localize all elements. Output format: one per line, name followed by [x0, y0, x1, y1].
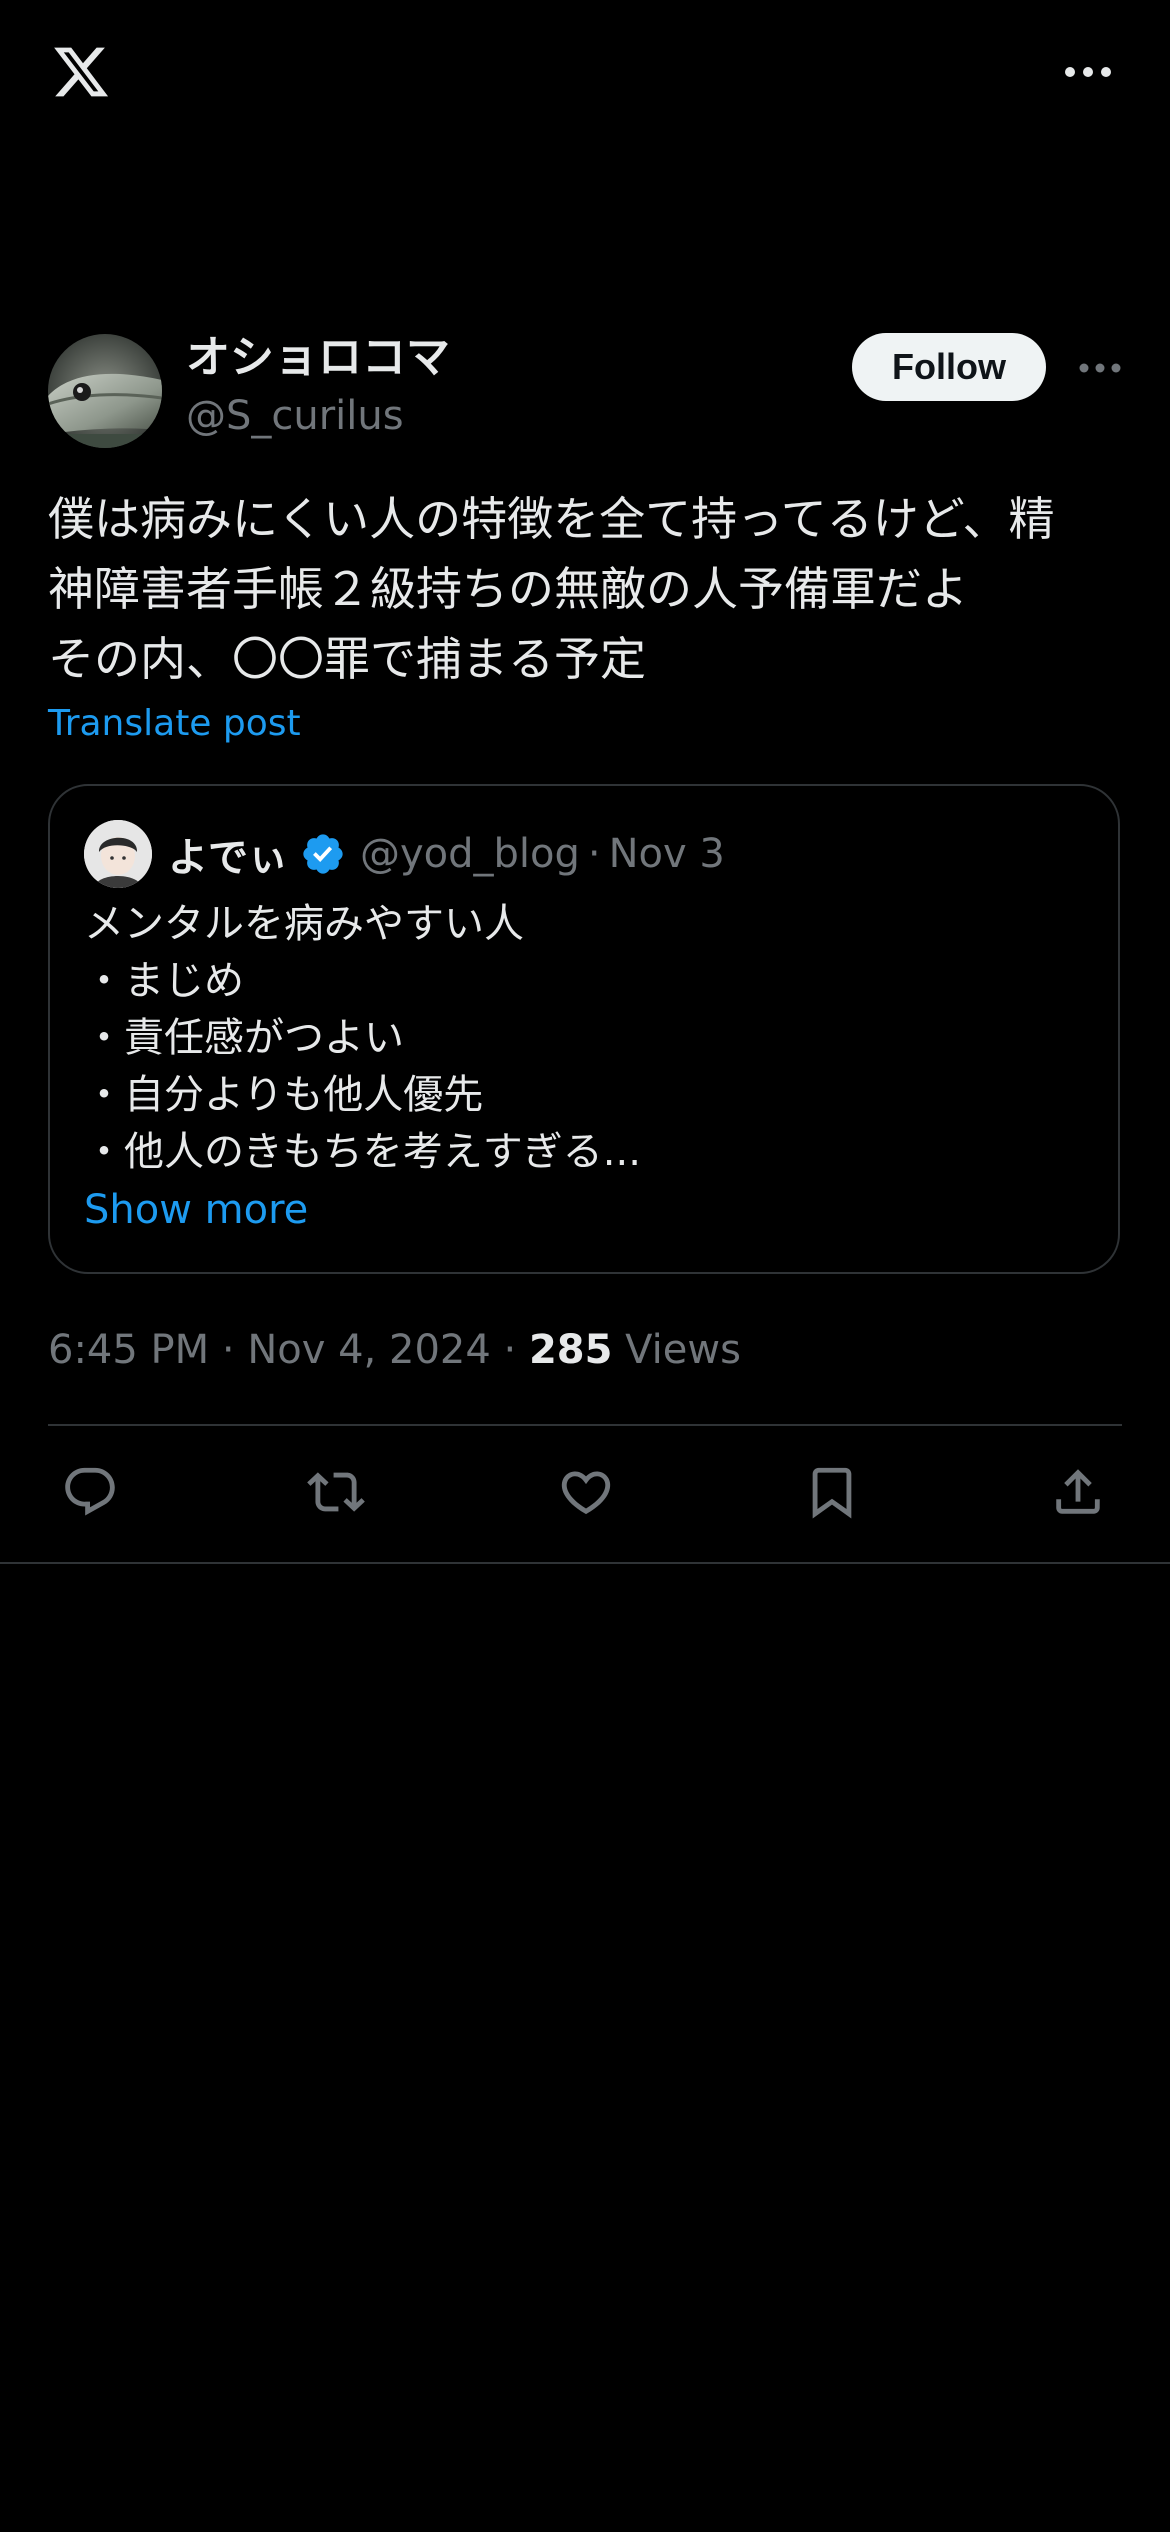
quote-display-name: よでぃ	[168, 835, 288, 881]
like-button[interactable]	[554, 1462, 618, 1526]
quote-header: よでぃ @yod_blog · Nov 3	[168, 820, 725, 888]
handle[interactable]: @S_curilus	[186, 388, 404, 444]
quote-date: Nov 3	[608, 831, 725, 877]
follow-button[interactable]: Follow	[852, 333, 1046, 401]
avatar[interactable]	[48, 334, 162, 448]
show-more-link[interactable]: Show more	[84, 1182, 308, 1238]
share-icon	[1049, 1463, 1107, 1525]
separator-dot: ·	[221, 1327, 235, 1373]
bookmark-icon	[803, 1463, 861, 1525]
heart-icon	[557, 1463, 615, 1525]
divider	[48, 1424, 1122, 1426]
x-logo-icon[interactable]	[48, 40, 114, 104]
post-text: 僕は病みにくい人の特徴を全て持ってるけど、精 神障害者手帳２級持ちの無敵の人予備…	[48, 492, 1055, 686]
post-time[interactable]: 6:45 PM	[48, 1327, 209, 1373]
divider	[0, 1562, 1170, 1564]
bookmark-button[interactable]	[800, 1462, 864, 1526]
quote-avatar	[84, 820, 152, 888]
post-meta: 6:45 PM · Nov 4, 2024 · 285 Views	[48, 1320, 741, 1380]
repost-icon	[307, 1463, 365, 1525]
share-button[interactable]	[1046, 1462, 1110, 1526]
verified-badge-icon	[300, 831, 346, 877]
separator-dot: ·	[587, 831, 601, 877]
display-name[interactable]: オショロコマ	[186, 328, 450, 388]
views-label: Views	[625, 1327, 741, 1373]
reply-icon	[61, 1463, 119, 1525]
quote-text: メンタルを病みやすい人 ・まじめ ・責任感がつよい ・自分よりも他人優先 ・他人…	[84, 901, 641, 1175]
more-horizontal-icon[interactable]	[1058, 54, 1118, 90]
views-count: 285	[528, 1327, 613, 1373]
repost-button[interactable]	[304, 1462, 368, 1526]
quote-handle: @yod_blog	[360, 831, 580, 877]
more-horizontal-icon[interactable]	[1070, 350, 1130, 386]
translate-link[interactable]: Translate post	[48, 696, 301, 752]
reply-button[interactable]	[58, 1462, 122, 1526]
separator-dot: ·	[503, 1327, 517, 1373]
post-date[interactable]: Nov 4, 2024	[247, 1327, 490, 1373]
